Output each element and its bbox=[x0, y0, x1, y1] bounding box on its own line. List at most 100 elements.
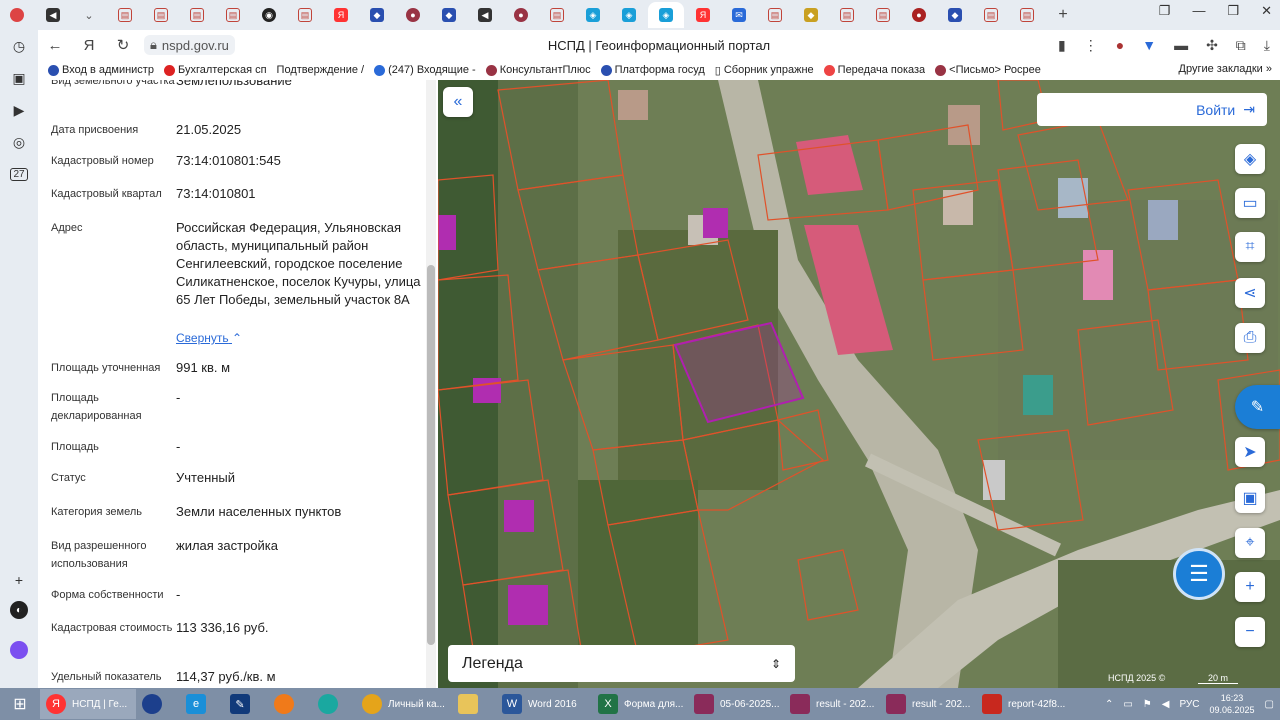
back-icon[interactable]: ← bbox=[38, 37, 72, 54]
tab-doc[interactable]: ▤ bbox=[830, 2, 864, 28]
tab-doc[interactable]: ▤ bbox=[1010, 2, 1044, 28]
minimize-icon[interactable]: — bbox=[1192, 3, 1205, 19]
notifications-icon[interactable]: ▢ bbox=[1265, 699, 1274, 710]
tab-yandex[interactable]: Я bbox=[324, 2, 358, 28]
tab-yandex[interactable]: Я bbox=[686, 2, 720, 28]
taskbar-item[interactable]: result - 202... bbox=[784, 689, 880, 719]
panel-scrollbar[interactable] bbox=[426, 80, 436, 688]
bookmark-icon[interactable]: ▮ bbox=[1058, 37, 1066, 54]
tab-doc[interactable]: ▤ bbox=[288, 2, 322, 28]
taskbar-item[interactable] bbox=[268, 689, 312, 719]
zoom-out-button[interactable]: − bbox=[1235, 617, 1265, 647]
taskbar-item[interactable]: result - 202... bbox=[880, 689, 976, 719]
taskbar-item[interactable]: ✎ bbox=[224, 689, 268, 719]
network-icon[interactable]: ▭ bbox=[1123, 699, 1132, 710]
tray-chevron-icon[interactable]: ⌃ bbox=[1105, 699, 1113, 710]
clock[interactable]: 16:23 09.06.2025 bbox=[1210, 692, 1255, 716]
bookmark-item[interactable]: КонсультантПлюс bbox=[485, 64, 591, 76]
other-bookmarks[interactable]: Другие закладки » bbox=[1179, 63, 1272, 75]
add-icon[interactable]: + bbox=[0, 564, 38, 596]
collapse-link[interactable]: Свернуть ⌃ bbox=[176, 331, 242, 345]
tab-gov[interactable]: ◆ bbox=[432, 2, 466, 28]
new-tab-button[interactable]: + bbox=[1046, 2, 1080, 28]
tab-nspd[interactable]: ◈ bbox=[612, 2, 646, 28]
taskbar-item[interactable]: e bbox=[180, 689, 224, 719]
extensions-icon[interactable]: ✣ bbox=[1206, 37, 1218, 54]
tab-doc[interactable]: ▤ bbox=[758, 2, 792, 28]
tab-site[interactable]: ◉ bbox=[252, 2, 286, 28]
legend-dropdown[interactable]: Легенда ⇕ bbox=[448, 645, 795, 682]
taskbar-item[interactable]: report-42f8... bbox=[976, 689, 1072, 719]
login-button[interactable]: Войти ⇥ bbox=[1037, 93, 1267, 126]
history-icon[interactable]: ◷ bbox=[0, 30, 38, 62]
restore-icon[interactable]: ❒ bbox=[1227, 3, 1239, 19]
taskbar-item[interactable]: X Форма для... bbox=[592, 689, 688, 719]
zoom-in-button[interactable]: + bbox=[1235, 572, 1265, 602]
bookmark-item[interactable]: Подтверждение / bbox=[277, 64, 365, 76]
tab-doc[interactable]: ▤ bbox=[974, 2, 1008, 28]
assistant-icon[interactable]: ◐ bbox=[0, 594, 38, 626]
measure-button[interactable]: ▭ bbox=[1235, 188, 1265, 218]
calendar-icon[interactable]: 27 bbox=[0, 158, 38, 190]
minimap-button[interactable]: ▣ bbox=[1235, 483, 1265, 513]
video-icon[interactable]: ▶ bbox=[0, 94, 38, 126]
extension-icon[interactable]: ● bbox=[1116, 37, 1124, 54]
print-button[interactable]: ⎙ bbox=[1235, 323, 1265, 353]
select-area-button[interactable]: ⌗ bbox=[1235, 232, 1265, 262]
downloads-icon[interactable]: ⤓ bbox=[1264, 37, 1270, 54]
close-icon[interactable]: ✕ bbox=[1261, 3, 1272, 19]
tab-site[interactable]: ◆ bbox=[794, 2, 828, 28]
language-indicator[interactable]: РУС bbox=[1179, 699, 1199, 710]
tab-doc[interactable]: ▤ bbox=[144, 2, 178, 28]
tab-nspd[interactable]: ◈ bbox=[576, 2, 610, 28]
bookmark-item[interactable]: Вход в администр bbox=[48, 64, 154, 76]
tab-list-chevron-icon[interactable]: ⌄ bbox=[72, 2, 106, 28]
screenshot-icon[interactable]: ⧉ bbox=[1236, 37, 1246, 54]
tabs-icon[interactable]: ❐ bbox=[1159, 3, 1171, 19]
browser-menu-icon[interactable] bbox=[0, 2, 34, 28]
address-bar[interactable]: 🔒︎ nspd.gov.ru bbox=[144, 35, 235, 55]
bookmark-item[interactable]: (247) Входящие - bbox=[374, 64, 476, 76]
taskbar-item[interactable] bbox=[452, 689, 496, 719]
more-icon[interactable]: ⋮ bbox=[1084, 37, 1098, 54]
tab-audio[interactable]: ◀ bbox=[36, 2, 70, 28]
taskbar-item[interactable]: Личный ка... bbox=[356, 689, 452, 719]
share-button[interactable]: ⋖ bbox=[1235, 278, 1265, 308]
collapse-panel-button[interactable]: « bbox=[443, 87, 473, 117]
bookmark-item[interactable]: Бухгалтерская сп bbox=[163, 64, 267, 76]
tab-doc[interactable]: ▤ bbox=[216, 2, 250, 28]
camera-icon[interactable]: ◎ bbox=[0, 126, 38, 158]
tab-doc[interactable]: ▤ bbox=[180, 2, 214, 28]
collections-icon[interactable]: ▣ bbox=[0, 62, 38, 94]
reload-icon[interactable]: ↻ bbox=[106, 36, 140, 54]
tab-consultant[interactable]: ● bbox=[396, 2, 430, 28]
tab-doc[interactable]: ▤ bbox=[540, 2, 574, 28]
tab-consultant[interactable]: ● bbox=[504, 2, 538, 28]
search-location-button[interactable]: ⌖ bbox=[1235, 528, 1265, 558]
locate-button[interactable]: ➤ bbox=[1235, 437, 1265, 467]
taskbar-item[interactable]: 05-06-2025... bbox=[688, 689, 784, 719]
taskbar-item[interactable]: Я НСПД | Ге... bbox=[40, 689, 136, 719]
map-view[interactable]: « Войти ⇥ ◈ ▭ ⌗ ⋖ ⎙ ✎ ➤ ▣ ⌖ + − ☰ Легенда… bbox=[438, 80, 1280, 688]
tab-gov[interactable]: ◆ bbox=[360, 2, 394, 28]
extension-icon[interactable]: ▼ bbox=[1142, 37, 1156, 54]
scrollbar-thumb[interactable] bbox=[427, 265, 435, 645]
taskbar-item[interactable] bbox=[136, 689, 180, 719]
start-button[interactable]: ⊞ bbox=[0, 689, 40, 719]
bookmark-item[interactable]: <Письмо> Росрее bbox=[935, 64, 1041, 76]
alice-icon[interactable] bbox=[0, 634, 38, 666]
flag-icon[interactable]: ⚑ bbox=[1143, 699, 1152, 710]
taskbar-item[interactable] bbox=[312, 689, 356, 719]
bookmark-item[interactable]: Передача показа bbox=[823, 64, 925, 76]
tab-audio[interactable]: ◀ bbox=[468, 2, 502, 28]
volume-icon[interactable]: ◀ bbox=[1162, 699, 1170, 710]
chat-button[interactable]: ☰ bbox=[1173, 548, 1225, 600]
tab-nspd-active[interactable]: ◈ bbox=[648, 2, 684, 28]
feedback-button[interactable]: ✎ bbox=[1235, 385, 1280, 429]
tab-doc[interactable]: ▤ bbox=[866, 2, 900, 28]
layers-button[interactable]: ◈ bbox=[1235, 144, 1265, 174]
tab-mail[interactable]: ✉ bbox=[722, 2, 756, 28]
taskbar-item[interactable]: W Word 2016 bbox=[496, 689, 592, 719]
tab-site[interactable]: ● bbox=[902, 2, 936, 28]
tab-doc[interactable]: ▤ bbox=[108, 2, 142, 28]
